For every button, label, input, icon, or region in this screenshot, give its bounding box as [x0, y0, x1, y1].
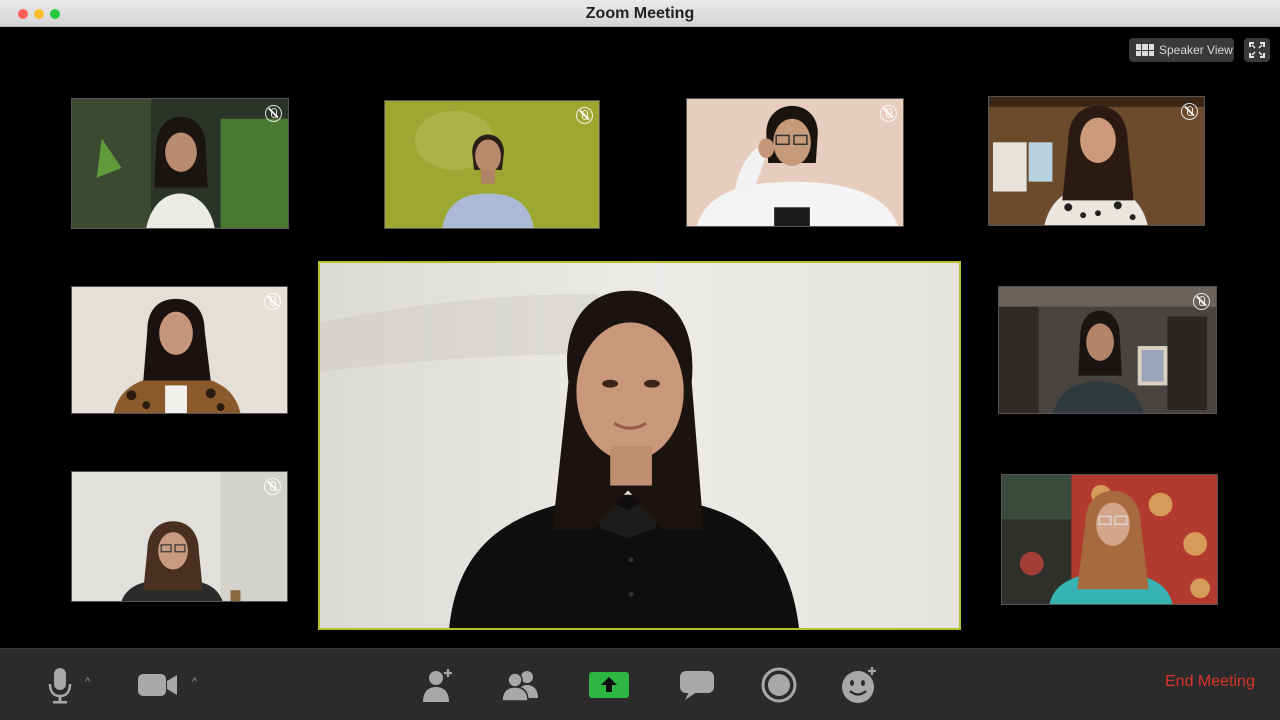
participant-video [687, 99, 903, 226]
active-speaker-video[interactable] [318, 261, 961, 630]
reactions-button[interactable] [840, 663, 878, 707]
participant-video-tile[interactable] [1001, 474, 1218, 605]
muted-microphone-icon [880, 105, 897, 122]
muted-microphone-icon [1181, 103, 1198, 120]
participant-video [1002, 475, 1217, 604]
gallery-grid-icon [1136, 44, 1154, 56]
share-screen-button[interactable] [589, 663, 629, 707]
zoom-window: Zoom Meeting Speaker View ^ ^ End Meetin… [0, 0, 1280, 720]
participant-video [72, 287, 287, 413]
participant-video [989, 97, 1204, 225]
muted-microphone-icon [264, 478, 281, 495]
invite-icon [423, 669, 452, 702]
participant-video-tile[interactable] [71, 98, 289, 229]
muted-microphone-icon [265, 105, 282, 122]
participant-video-tile[interactable] [686, 98, 904, 227]
participant-video-tile[interactable] [988, 96, 1205, 226]
active-speaker-scene [320, 263, 959, 628]
video-camera-icon [138, 674, 177, 696]
audio-options-caret[interactable]: ^ [85, 676, 90, 688]
chat-button[interactable] [679, 663, 715, 707]
participant-video-tile[interactable] [998, 286, 1217, 414]
muted-microphone-icon [1193, 293, 1210, 310]
mute-button[interactable] [44, 663, 76, 707]
video-button[interactable] [137, 663, 179, 707]
participants-button[interactable] [501, 663, 541, 707]
speaker-view-button[interactable]: Speaker View [1129, 38, 1234, 62]
speaker-view-label: Speaker View [1159, 43, 1233, 57]
video-options-caret[interactable]: ^ [192, 676, 197, 688]
meeting-toolbar: ^ ^ End Meeting [0, 648, 1280, 720]
participant-video-tile[interactable] [71, 286, 288, 414]
participant-video-tile[interactable] [384, 100, 600, 229]
chat-icon [680, 671, 714, 700]
muted-microphone-icon [576, 107, 593, 124]
participant-video [72, 99, 288, 228]
participants-icon [501, 671, 538, 702]
invite-button[interactable] [421, 663, 455, 707]
participant-video-tile[interactable] [71, 471, 288, 602]
participant-video [999, 287, 1216, 413]
share-screen-icon [589, 672, 629, 698]
participant-video [72, 472, 287, 601]
reactions-icon [842, 667, 876, 703]
participant-video [385, 101, 599, 228]
microphone-icon [48, 668, 72, 704]
end-meeting-button[interactable]: End Meeting [1165, 673, 1255, 691]
record-button[interactable] [760, 663, 798, 707]
muted-microphone-icon [264, 293, 281, 310]
fullscreen-button[interactable] [1244, 38, 1270, 62]
title-bar: Zoom Meeting [0, 0, 1280, 27]
fullscreen-icon [1249, 42, 1265, 58]
window-title: Zoom Meeting [585, 5, 695, 22]
record-icon [761, 667, 797, 703]
